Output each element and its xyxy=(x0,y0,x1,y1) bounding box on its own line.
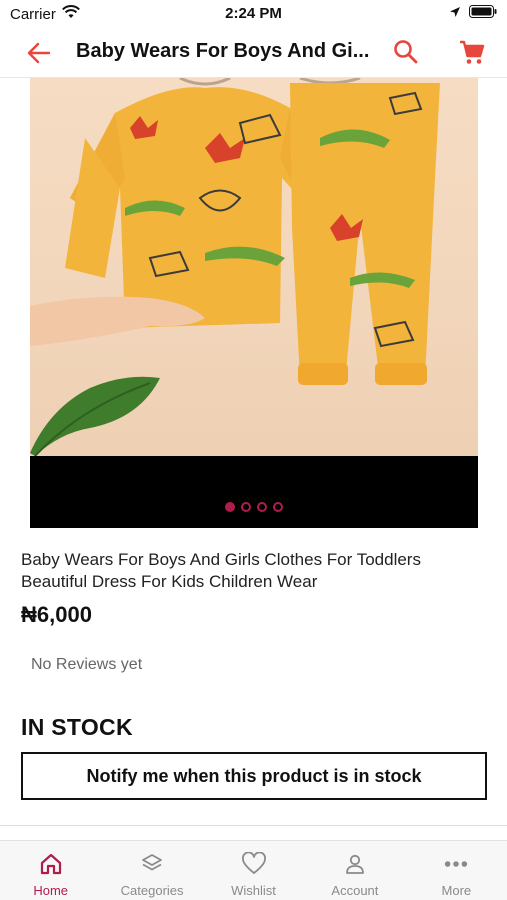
product-photo xyxy=(30,78,478,456)
stock-status: IN STOCK xyxy=(21,714,133,740)
pagination-dot[interactable] xyxy=(225,502,235,512)
search-icon xyxy=(394,40,418,64)
cart-icon xyxy=(460,40,485,64)
app-bar: Baby Wears For Boys And Gi... xyxy=(0,28,507,78)
person-icon xyxy=(342,851,368,877)
pagination-dot[interactable] xyxy=(273,502,283,512)
tab-account[interactable]: Account xyxy=(304,841,405,900)
heart-icon xyxy=(241,851,267,877)
product-price: ₦6,000 xyxy=(21,602,92,627)
product-image-gallery[interactable] xyxy=(30,78,478,528)
pagination-dot[interactable] xyxy=(257,502,267,512)
tab-label: More xyxy=(441,883,472,898)
reviews-label[interactable]: No Reviews yet xyxy=(31,656,142,674)
bottom-tab-bar: Home Categories Wishlist Account More xyxy=(0,840,507,900)
more-icon xyxy=(443,851,469,877)
tab-categories[interactable]: Categories xyxy=(101,841,202,900)
layers-icon xyxy=(139,851,165,877)
tab-label: Account xyxy=(331,883,379,898)
status-time: 2:24 PM xyxy=(225,5,282,22)
status-bar: Carrier 2:24 PM xyxy=(0,0,507,28)
tab-home[interactable]: Home xyxy=(0,841,101,900)
tab-label: Categories xyxy=(120,883,184,898)
search-button[interactable] xyxy=(393,39,419,65)
location-arrow-icon xyxy=(449,5,461,23)
gallery-pagination[interactable] xyxy=(30,502,478,512)
tab-wishlist[interactable]: Wishlist xyxy=(203,841,304,900)
cart-button[interactable] xyxy=(458,39,486,67)
arrow-left-icon xyxy=(27,42,51,64)
status-right xyxy=(449,5,497,23)
tab-label: Home xyxy=(33,883,69,898)
home-icon xyxy=(38,851,64,877)
product-name: Baby Wears For Boys And Girls Clothes Fo… xyxy=(21,550,421,591)
pagination-dot[interactable] xyxy=(241,502,251,512)
notify-me-button[interactable]: Notify me when this product is in stock xyxy=(21,752,487,800)
divider xyxy=(0,825,507,826)
page-title: Baby Wears For Boys And Gi... xyxy=(76,40,370,62)
tab-label: Wishlist xyxy=(231,883,276,898)
tab-more[interactable]: More xyxy=(406,841,507,900)
back-button[interactable] xyxy=(26,40,52,66)
battery-icon xyxy=(469,5,497,23)
